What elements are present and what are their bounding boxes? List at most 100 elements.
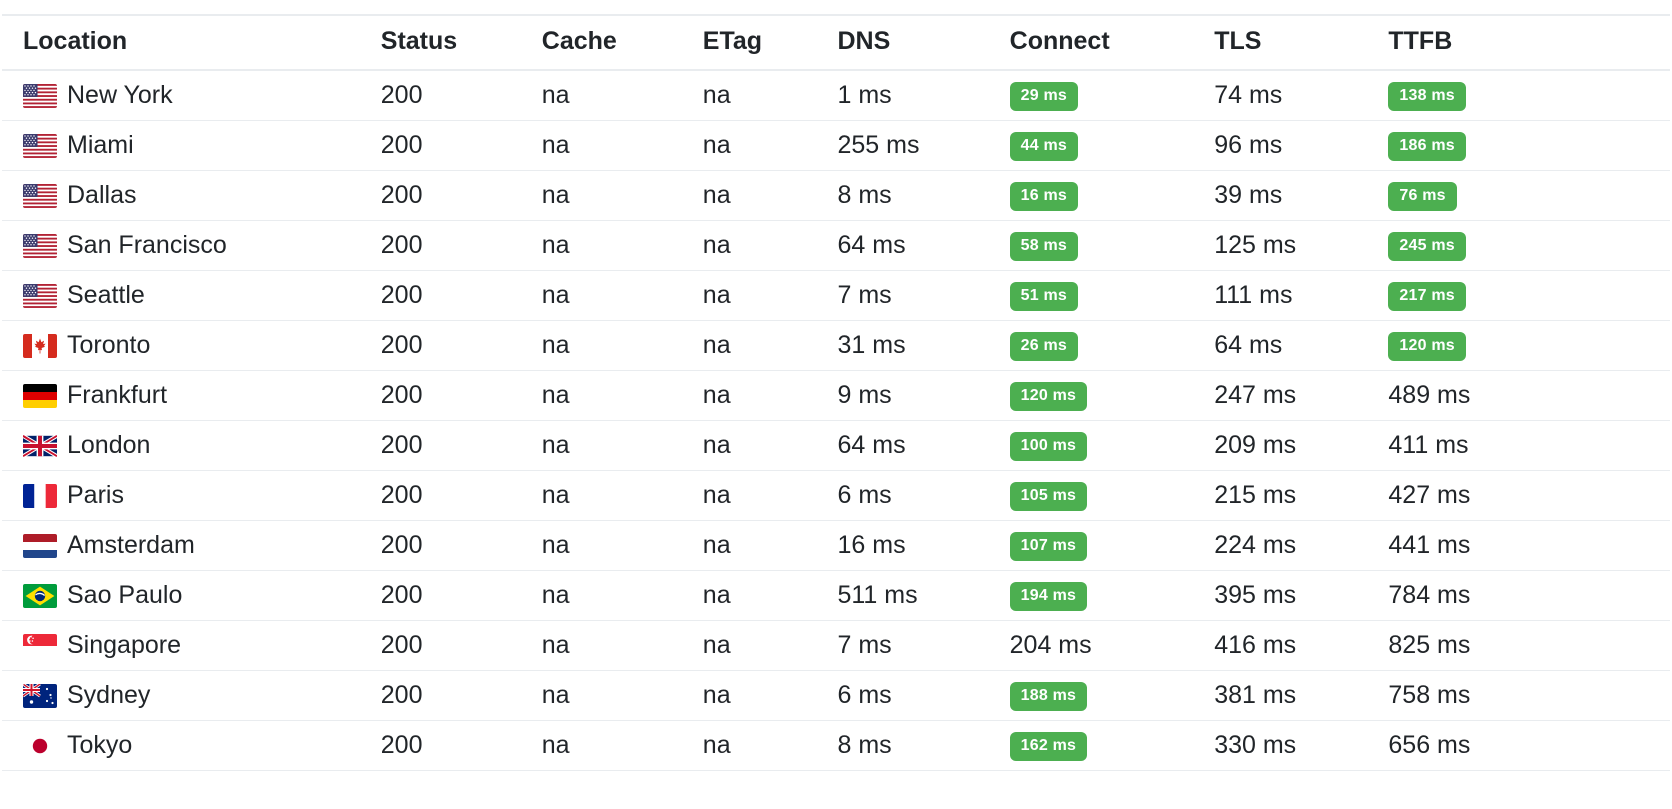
location-name: Sydney	[67, 681, 151, 709]
cell-connect: 100 ms	[1009, 420, 1215, 471]
cell-connect: 188 ms	[1009, 670, 1215, 721]
column-header-location[interactable]: Location	[2, 14, 381, 71]
cell-tls: 224 ms	[1214, 520, 1389, 571]
connect-badge: 51 ms	[1009, 282, 1079, 311]
cell-cache: na	[541, 70, 703, 121]
connect-badge: 194 ms	[1009, 582, 1088, 611]
table-row[interactable]: Dallas 200 na na 8 ms 16 ms 39 ms 76 ms	[2, 170, 1670, 221]
cell-dns: 511 ms	[837, 570, 1010, 621]
cell-etag: na	[702, 570, 838, 621]
column-header-cache[interactable]: Cache	[541, 14, 703, 71]
location-cell-content: New York	[23, 83, 381, 108]
connect-badge: 44 ms	[1009, 132, 1079, 161]
cell-location: Tokyo	[2, 720, 381, 771]
cache-value: na	[541, 281, 570, 309]
cell-connect: 29 ms	[1009, 70, 1215, 121]
column-header-dns[interactable]: DNS	[837, 14, 1010, 71]
cell-location: Seattle	[2, 270, 381, 321]
cell-dns: 16 ms	[837, 520, 1010, 571]
status-value: 200	[380, 731, 423, 759]
cell-dns: 7 ms	[837, 620, 1010, 671]
etag-value: na	[702, 631, 731, 659]
table-row[interactable]: Sao Paulo 200 na na 511 ms 194 ms 395 ms 784 ms	[2, 570, 1670, 621]
cell-ttfb: 186 ms	[1388, 120, 1670, 171]
cache-value: na	[541, 631, 570, 659]
location-name: New York	[67, 81, 173, 109]
tls-value: 224 ms	[1214, 531, 1297, 559]
etag-value: na	[702, 131, 731, 159]
etag-value: na	[702, 231, 731, 259]
column-header-tls[interactable]: TLS	[1214, 14, 1389, 71]
cell-tls: 330 ms	[1214, 720, 1389, 771]
flag-ca-icon	[23, 334, 57, 358]
connect-badge: 105 ms	[1009, 482, 1088, 511]
etag-value: na	[702, 181, 731, 209]
cell-ttfb: 427 ms	[1388, 470, 1670, 521]
cache-value: na	[541, 181, 570, 209]
table-row[interactable]: Tokyo 200 na na 8 ms 162 ms 330 ms 656 ms	[2, 720, 1670, 771]
cell-connect: 162 ms	[1009, 720, 1215, 771]
status-value: 200	[380, 281, 423, 309]
results-table-container: Location Status Cache ETag DNS Connect T…	[0, 0, 1672, 771]
status-value: 200	[380, 331, 423, 359]
etag-value: na	[702, 431, 731, 459]
ttfb-value: 758 ms	[1388, 681, 1471, 709]
location-name: London	[67, 431, 151, 459]
table-row[interactable]: Toronto 200 na na 31 ms 26 ms 64 ms 120 ms	[2, 320, 1670, 371]
location-name: Miami	[67, 131, 134, 159]
dns-value: 7 ms	[837, 631, 892, 659]
cell-connect: 105 ms	[1009, 470, 1215, 521]
dns-value: 31 ms	[837, 331, 906, 359]
flag-us-icon	[23, 84, 57, 108]
cell-ttfb: 441 ms	[1388, 520, 1670, 571]
connect-badge: 29 ms	[1009, 82, 1079, 111]
connect-badge: 162 ms	[1009, 732, 1088, 761]
location-cell-content: Paris	[23, 483, 381, 508]
table-row[interactable]: Amsterdam 200 na na 16 ms 107 ms 224 ms 441 ms	[2, 520, 1670, 571]
table-row[interactable]: Sydney 200 na na 6 ms 188 ms 381 ms 758 ms	[2, 670, 1670, 721]
column-header-status[interactable]: Status	[380, 14, 542, 71]
connect-badge: 26 ms	[1009, 332, 1079, 361]
column-header-etag[interactable]: ETag	[702, 14, 838, 71]
dns-value: 64 ms	[837, 431, 906, 459]
tls-value: 74 ms	[1214, 81, 1283, 109]
cell-dns: 64 ms	[837, 220, 1010, 271]
table-row[interactable]: Miami 200 na na 255 ms 44 ms 96 ms 186 ms	[2, 120, 1670, 171]
status-value: 200	[380, 381, 423, 409]
cell-etag: na	[702, 270, 838, 321]
table-row[interactable]: London 200 na na 64 ms 100 ms 209 ms 411 ms	[2, 420, 1670, 471]
etag-value: na	[702, 331, 731, 359]
status-value: 200	[380, 581, 423, 609]
dns-value: 6 ms	[837, 681, 892, 709]
flag-nl-icon	[23, 534, 57, 558]
table-row[interactable]: Frankfurt 200 na na 9 ms 120 ms 247 ms 489 ms	[2, 370, 1670, 421]
column-header-ttfb[interactable]: TTFB	[1388, 14, 1670, 71]
cell-connect: 51 ms	[1009, 270, 1215, 321]
etag-value: na	[702, 381, 731, 409]
cell-location: Amsterdam	[2, 520, 381, 571]
cell-location: New York	[2, 70, 381, 121]
cell-cache: na	[541, 270, 703, 321]
table-row[interactable]: Seattle 200 na na 7 ms 51 ms 111 ms 217 ms	[2, 270, 1670, 321]
cache-value: na	[541, 331, 570, 359]
column-header-connect[interactable]: Connect	[1009, 14, 1215, 71]
flag-us-icon	[23, 134, 57, 158]
cache-value: na	[541, 481, 570, 509]
cell-tls: 111 ms	[1214, 270, 1389, 321]
location-cell-content: Sydney	[23, 683, 381, 708]
cell-tls: 74 ms	[1214, 70, 1389, 121]
cell-ttfb: 411 ms	[1388, 420, 1670, 471]
table-row[interactable]: Paris 200 na na 6 ms 105 ms 215 ms 427 ms	[2, 470, 1670, 521]
location-name: Frankfurt	[67, 381, 168, 409]
cell-cache: na	[541, 670, 703, 721]
table-row[interactable]: San Francisco 200 na na 64 ms 58 ms 125 ms 245 …	[2, 220, 1670, 271]
table-row[interactable]: Singapore 200 na na 7 ms 204 ms 416 ms 825 ms	[2, 620, 1670, 671]
cell-status: 200	[380, 70, 542, 121]
cache-value: na	[541, 131, 570, 159]
dns-value: 64 ms	[837, 231, 906, 259]
dns-value: 255 ms	[837, 131, 920, 159]
cell-location: Paris	[2, 470, 381, 521]
table-row[interactable]: New York 200 na na 1 ms 29 ms 74 ms 138 ms	[2, 70, 1670, 121]
location-name: Seattle	[67, 281, 145, 309]
cell-location: San Francisco	[2, 220, 381, 271]
